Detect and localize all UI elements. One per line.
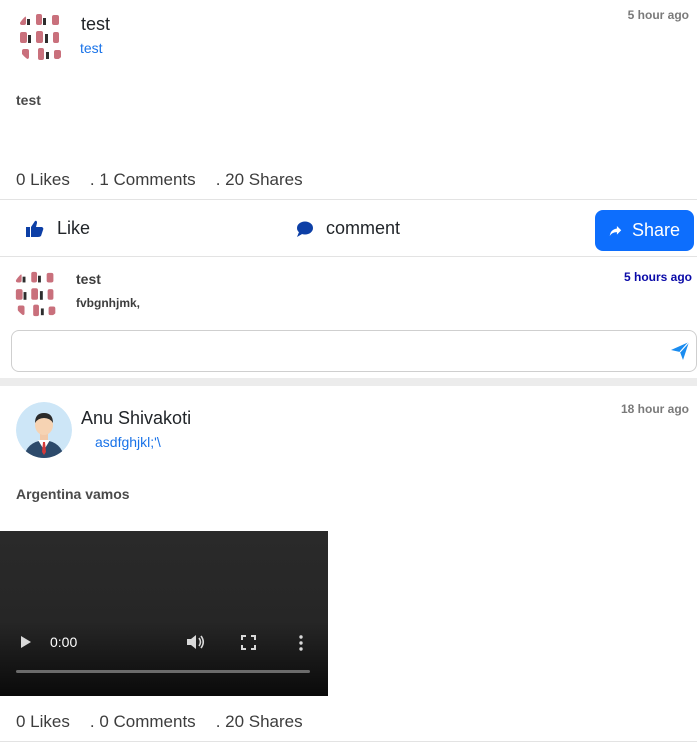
commenter-avatar[interactable] — [12, 268, 64, 320]
shares-count[interactable]: . 20 Shares — [216, 712, 303, 736]
post-stats: 0 Likes . 0 Comments . 20 Shares — [16, 712, 303, 736]
avatar-collage-image — [16, 10, 70, 64]
shares-count[interactable]: . 20 Shares — [216, 170, 303, 194]
share-label: Share — [631, 220, 680, 240]
comment-input-box — [11, 330, 697, 372]
post-card: Anu Shivakoti asdfghjkl;'\ 18 hour ago A… — [0, 386, 697, 750]
like-label: Like — [57, 218, 91, 238]
comment-input[interactable] — [12, 331, 652, 371]
author-subtitle[interactable]: asdfghjkl;'\ — [95, 434, 161, 450]
comment-text: fvbgnhjmk, — [76, 296, 141, 310]
likes-count[interactable]: 0 Likes — [16, 712, 70, 736]
post-text: test — [16, 92, 41, 108]
video-player[interactable]: 0:00 — [0, 531, 328, 696]
author-subtitle[interactable]: test — [80, 40, 103, 56]
like-button[interactable]: Like — [25, 218, 90, 239]
thumbs-up-icon — [26, 220, 44, 237]
author-avatar[interactable] — [16, 402, 72, 458]
more-vertical-icon[interactable] — [299, 635, 303, 651]
divider — [0, 256, 697, 257]
comment-timestamp: 5 hours ago — [623, 270, 692, 284]
share-button[interactable]: Share — [595, 210, 694, 251]
comment-label: comment — [326, 218, 401, 238]
post-separator — [0, 378, 697, 386]
author-name[interactable]: Anu Shivakoti — [81, 408, 191, 429]
video-progress-bar[interactable] — [16, 670, 310, 673]
post-card: test test 5 hour ago test 0 Likes . 1 Co… — [0, 0, 697, 378]
likes-count[interactable]: 0 Likes — [16, 170, 70, 194]
divider — [0, 741, 697, 742]
post-stats: 0 Likes . 1 Comments . 20 Shares — [16, 170, 303, 194]
comments-count[interactable]: . 0 Comments — [90, 712, 196, 736]
comments-count[interactable]: . 1 Comments — [90, 170, 196, 194]
play-icon[interactable] — [20, 635, 32, 649]
author-avatar[interactable] — [16, 10, 70, 64]
paper-plane-icon[interactable] — [670, 341, 690, 361]
post-text: Argentina vamos — [16, 486, 130, 502]
fullscreen-icon[interactable] — [241, 635, 256, 650]
avatar-collage-image — [12, 268, 64, 320]
comment-item: test fvbgnhjmk, 5 hours ago — [0, 264, 697, 326]
speech-bubble-icon — [297, 221, 313, 237]
share-arrow-icon — [609, 225, 622, 236]
comment-button[interactable]: comment — [296, 218, 400, 239]
author-name[interactable]: test — [81, 14, 110, 35]
post-timestamp: 5 hour ago — [627, 8, 689, 22]
post-timestamp: 18 hour ago — [620, 402, 689, 416]
user-avatar-icon — [16, 402, 72, 458]
volume-icon[interactable] — [186, 634, 206, 650]
divider — [0, 199, 697, 200]
commenter-name[interactable]: test — [76, 271, 101, 287]
video-time: 0:00 — [50, 634, 78, 650]
